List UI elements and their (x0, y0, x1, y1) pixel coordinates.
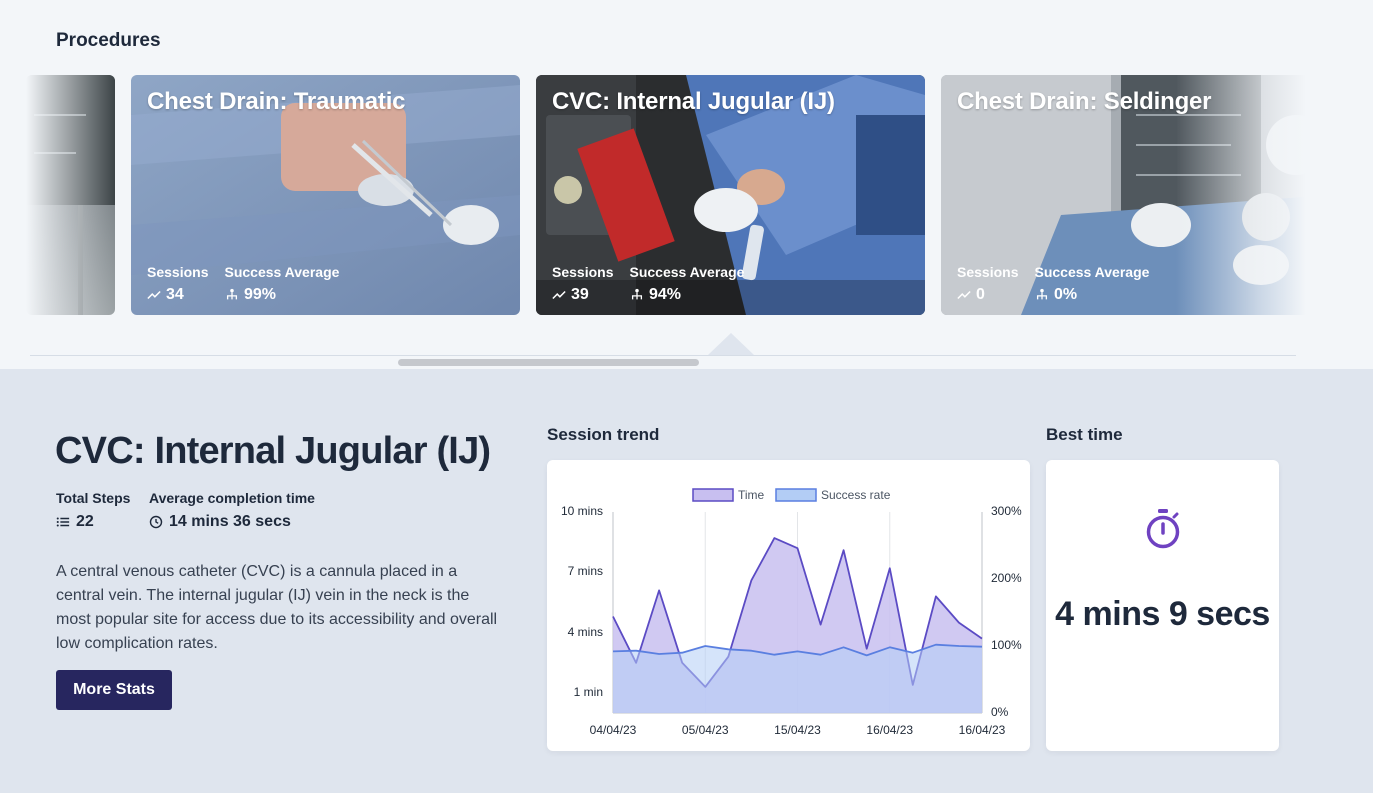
avg-time-label: Average completion time (149, 490, 315, 506)
success-average-label: Success Average (629, 264, 745, 280)
trend-icon (147, 290, 161, 300)
y-left-tick-label: 10 mins (561, 504, 603, 518)
procedure-description: A central venous catheter (CVC) is a can… (56, 563, 498, 652)
procedure-card-cvc-ij[interactable]: CVC: Internal Jugular (IJ) Sessions Succ… (536, 75, 925, 315)
hierarchy-icon (631, 288, 643, 300)
procedure-card-chest-drain-traumatic[interactable]: Chest Drain: Traumatic Sessions Success … (131, 75, 520, 315)
success-average-label: Success Average (1034, 264, 1150, 280)
sessions-value: 39 (552, 286, 630, 304)
stopwatch-icon (1146, 509, 1180, 549)
carousel-scrollbar[interactable] (398, 359, 699, 366)
trend-icon (957, 290, 971, 300)
sessions-label: Sessions (552, 264, 614, 280)
x-tick-label: 15/04/23 (774, 723, 821, 737)
sessions-label: Sessions (147, 264, 209, 280)
clock-icon (149, 515, 163, 529)
success-rate-series-area (613, 644, 982, 713)
legend-swatch-success-rate (775, 488, 817, 502)
card-illustration (26, 75, 115, 315)
best-time-heading: Best time (1046, 425, 1123, 444)
more-stats-button[interactable]: More Stats (56, 670, 172, 710)
session-trend-chart-panel: 10 mins 7 mins 4 mins 1 min 300% 200% 100% 0% 04… (547, 460, 1030, 751)
legend-swatch-time (692, 488, 734, 502)
session-trend-heading: Session trend (547, 425, 660, 444)
hierarchy-icon (226, 288, 238, 300)
y-right-tick-label: 0% (991, 705, 1009, 719)
procedure-card-chest-drain-seldinger[interactable]: Chest Drain: Seldinger Sessions Success … (941, 75, 1306, 315)
carousel-rail (30, 355, 1296, 356)
card-title: CVC: Internal Jugular (IJ) (552, 88, 835, 115)
avg-time-value: 14 mins 36 secs (169, 513, 291, 530)
y-right-tick-label: 100% (991, 638, 1022, 652)
sessions-value: 0 (957, 286, 1035, 304)
total-steps-value: 22 (76, 513, 94, 530)
success-value: 0% (1035, 286, 1077, 304)
x-tick-label: 05/04/23 (682, 723, 729, 737)
card-title: Chest Drain: Seldinger (957, 88, 1212, 115)
x-tick-label: 16/04/23 (959, 723, 1006, 737)
legend-label-success-rate: Success rate (821, 488, 891, 502)
selected-card-pointer (708, 333, 754, 355)
sessions-label: Sessions (957, 264, 1019, 280)
legend-label-time: Time (738, 488, 765, 502)
section-title: Procedures (56, 30, 161, 51)
hierarchy-icon (1036, 288, 1048, 300)
session-trend-chart[interactable]: 10 mins 7 mins 4 mins 1 min 300% 200% 100% 0% 04… (547, 460, 1030, 751)
procedures-section: Procedures Chest Drain: Traumatic Sessio… (0, 0, 1373, 369)
list-icon (56, 517, 70, 527)
procedure-carousel[interactable]: Chest Drain: Traumatic Sessions Success … (26, 75, 1306, 317)
best-time-value: 4 mins 9 secs (1055, 595, 1270, 633)
total-steps: Total Steps 22 (56, 490, 130, 531)
procedure-card-partial-left[interactable] (26, 75, 115, 315)
procedure-title: CVC: Internal Jugular (IJ) (55, 430, 491, 472)
sessions-value: 34 (147, 286, 225, 304)
y-left-tick-label: 4 mins (568, 625, 603, 639)
trend-icon (552, 290, 566, 300)
card-title: Chest Drain: Traumatic (147, 88, 406, 115)
y-right-tick-label: 300% (991, 504, 1022, 518)
y-left-tick-label: 7 mins (568, 564, 603, 578)
y-right-tick-label: 200% (991, 571, 1022, 585)
best-time-panel: 4 mins 9 secs (1046, 460, 1279, 751)
y-left-tick-label: 1 min (574, 685, 603, 699)
x-tick-label: 16/04/23 (866, 723, 913, 737)
success-average-label: Success Average (224, 264, 340, 280)
total-steps-label: Total Steps (56, 490, 131, 506)
x-tick-label: 04/04/23 (590, 723, 637, 737)
success-value: 94% (630, 286, 681, 304)
average-completion-time: Average completion time 14 mins 36 secs (149, 490, 315, 531)
success-value: 99% (225, 286, 276, 304)
